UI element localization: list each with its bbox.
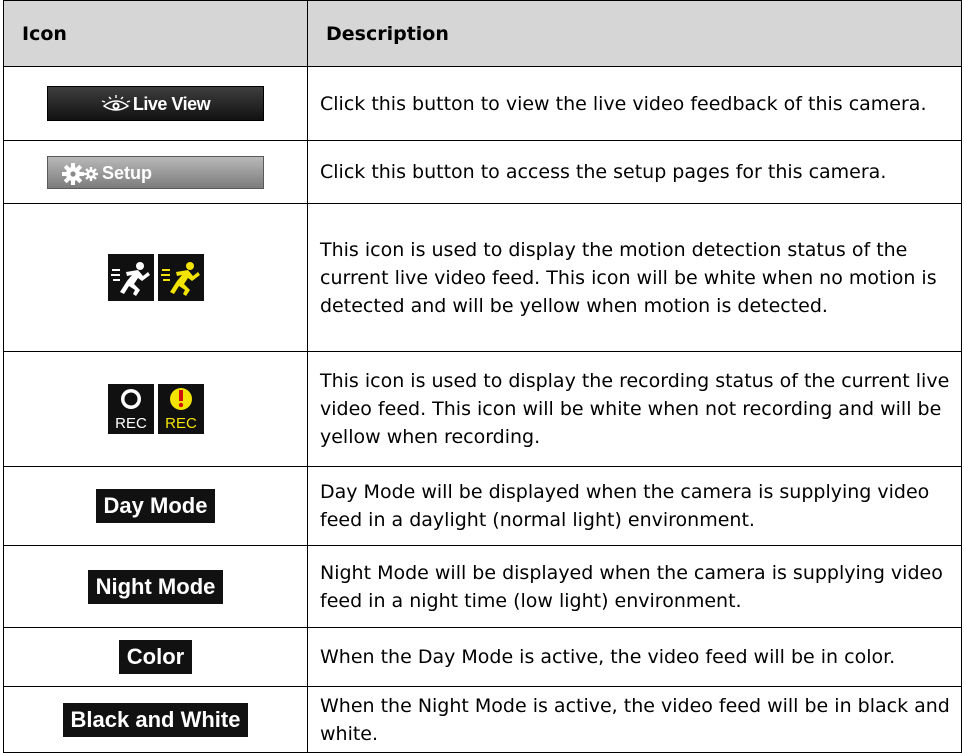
icon-description-table: Icon Description Live View Click this bu…: [3, 0, 962, 753]
night-mode-label: Night Mode: [87, 569, 224, 604]
table-row: Day Mode Day Mode will be displayed when…: [3, 466, 962, 546]
icon-cell: REC REC: [3, 351, 308, 467]
description-cell: Click this button to view the live video…: [307, 66, 962, 141]
record-idle-icon: REC: [107, 384, 154, 434]
icon-cell: Live View: [3, 66, 308, 141]
live-view-label: Live View: [132, 94, 211, 114]
description-cell: This icon is used to display the motion …: [307, 203, 962, 352]
description-cell: Night Mode will be displayed when the ca…: [307, 545, 962, 628]
table-row: Night Mode Night Mode will be displayed …: [3, 545, 962, 628]
day-mode-label: Day Mode: [95, 489, 216, 523]
table-row: Color When the Day Mode is active, the v…: [3, 627, 962, 687]
table-row: Black and White When the Night Mode is a…: [3, 686, 962, 753]
rec-label: REC: [165, 415, 197, 432]
rec-label: REC: [115, 415, 147, 432]
table-row: REC REC This icon is used to display the…: [3, 351, 962, 467]
description-cell: When the Night Mode is active, the video…: [307, 686, 962, 753]
gear-icon: [62, 162, 98, 185]
color-mode-label: Color: [118, 640, 193, 674]
motion-detected-icon: [157, 254, 204, 301]
icon-cell: Setup: [3, 140, 308, 204]
table-row: This icon is used to display the motion …: [3, 203, 962, 352]
black-and-white-label: Black and White: [62, 702, 249, 737]
setup-label: Setup: [102, 162, 153, 183]
icon-cell: Day Mode: [3, 466, 308, 546]
motion-idle-icon: [107, 254, 154, 301]
description-cell: Click this button to access the setup pa…: [307, 140, 962, 204]
description-cell: When the Day Mode is active, the video f…: [307, 627, 962, 687]
description-cell: Day Mode will be displayed when the came…: [307, 466, 962, 546]
table-row: Live View Click this button to view the …: [3, 66, 962, 141]
icon-cell: Black and White: [3, 686, 308, 753]
description-cell: This icon is used to display the recordi…: [307, 351, 962, 467]
icon-cell: Color: [3, 627, 308, 687]
table-row: Setup Click this button to access the se…: [3, 140, 962, 204]
live-view-button[interactable]: Live View: [47, 86, 264, 121]
setup-button[interactable]: Setup: [47, 155, 264, 189]
description-column-header: Description: [307, 0, 962, 67]
eye-icon: [101, 95, 131, 111]
icon-cell: [3, 203, 308, 352]
header-row: Icon Description: [3, 0, 962, 67]
icon-column-header: Icon: [3, 0, 308, 67]
record-active-icon: REC: [157, 384, 204, 434]
icon-cell: Night Mode: [3, 545, 308, 628]
